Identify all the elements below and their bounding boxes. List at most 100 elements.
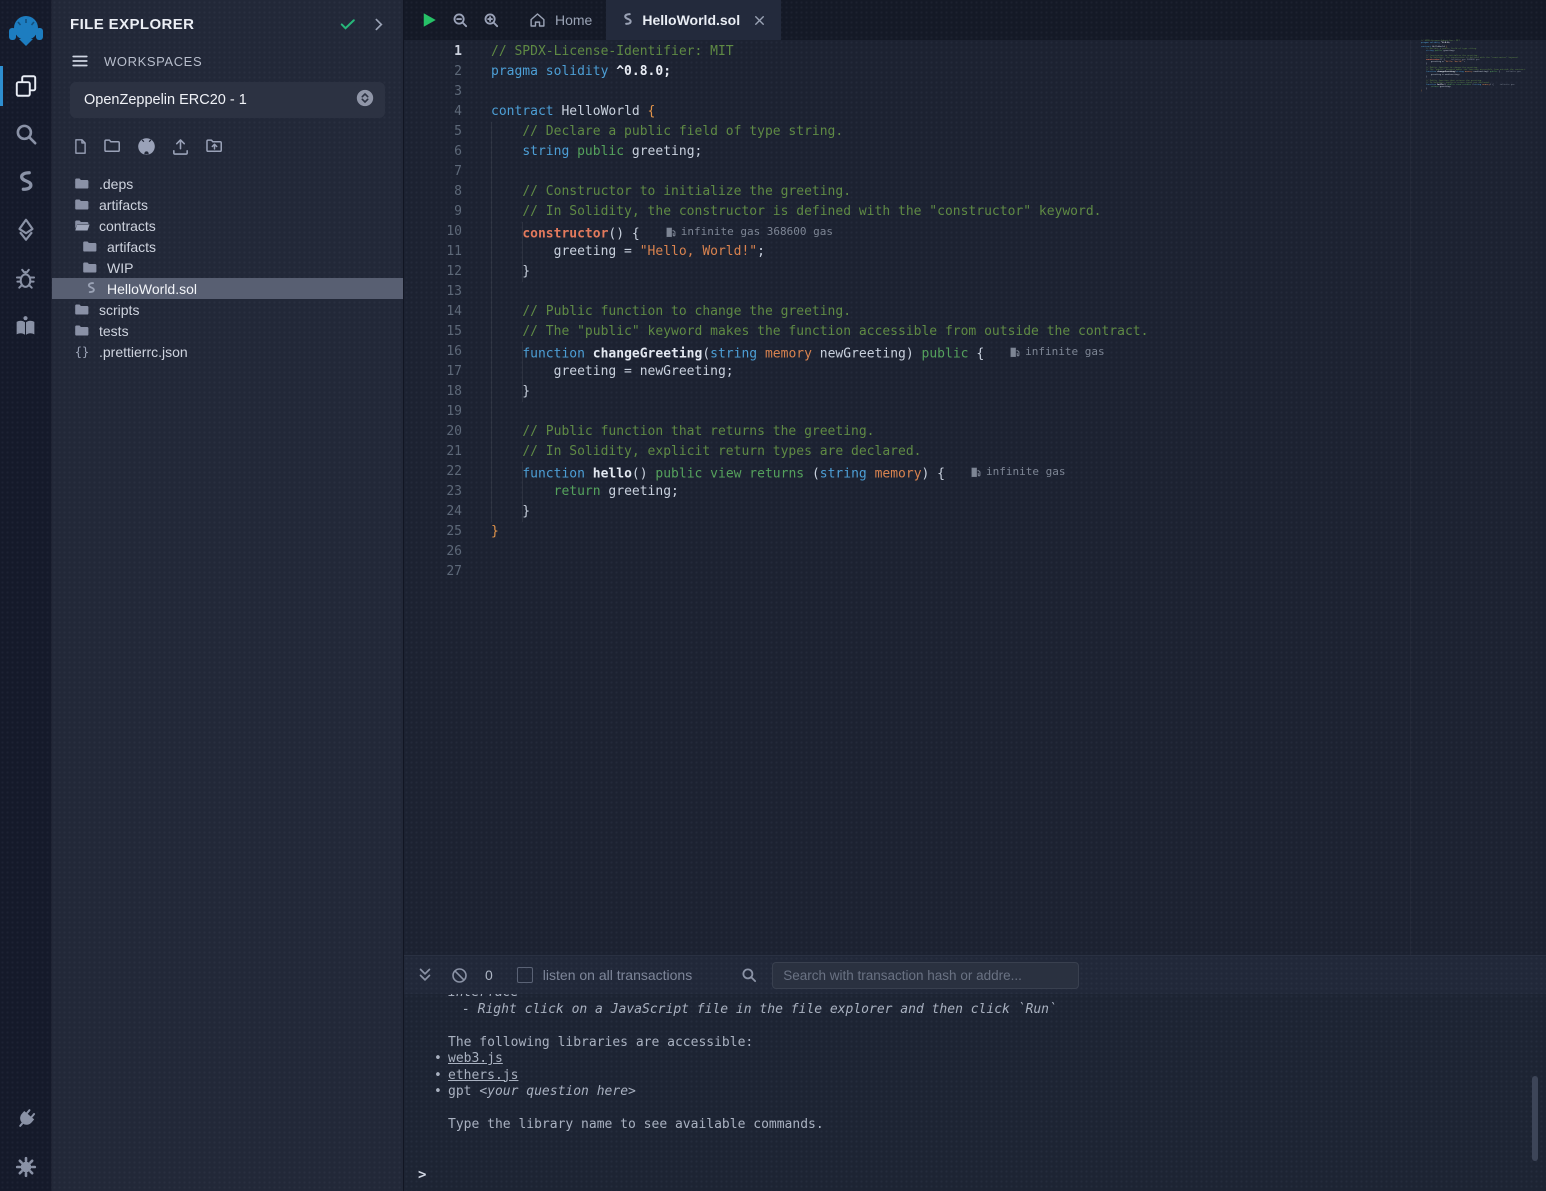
line-number: 7 <box>404 162 462 182</box>
tree-item-label: artifacts <box>107 239 156 255</box>
code-line: 4contract HelloWorld { <box>404 102 1410 122</box>
code-line: 13 <box>404 282 1410 302</box>
listen-transactions-checkbox[interactable] <box>517 967 533 983</box>
folder-icon <box>74 323 90 338</box>
upload-file-icon[interactable] <box>170 137 191 157</box>
tree-item--deps[interactable]: .deps <box>52 173 403 194</box>
workspace-select[interactable]: OpenZeppelin ERC20 - 1 <box>70 82 385 118</box>
zoom-out-icon[interactable] <box>452 12 469 29</box>
workspaces-label: WORKSPACES <box>104 54 202 69</box>
terminal-collapse-icon[interactable] <box>416 966 434 984</box>
tree-item-wip[interactable]: WIP <box>52 257 403 278</box>
line-number: 17 <box>404 362 462 382</box>
terminal-header: 0 listen on all transactions <box>404 956 1546 994</box>
line-number: 16 <box>404 342 462 362</box>
new-folder-icon[interactable] <box>102 137 123 156</box>
code-line: 22 function hello() public view returns … <box>404 462 1410 482</box>
terminal-line <box>434 1101 1546 1118</box>
terminal-line <box>434 1018 1546 1035</box>
file-explorer-panel: FILE EXPLORER WORKSPACES OpenZeppelin ER… <box>52 0 404 1191</box>
code-line: 10 constructor() {infinite gas 368600 ga… <box>404 222 1410 242</box>
code-line: 9 // In Solidity, the constructor is def… <box>404 202 1410 222</box>
line-number: 8 <box>404 182 462 202</box>
file-explorer-icon[interactable] <box>0 62 52 110</box>
terminal-prompt[interactable]: > <box>418 1167 426 1184</box>
folder-open-icon <box>74 218 90 233</box>
line-number: 18 <box>404 382 462 402</box>
indent-guide <box>491 122 492 522</box>
code-line: 17 greeting = newGreeting; <box>404 362 1410 382</box>
remix-logo-icon[interactable] <box>0 0 52 62</box>
upload-folder-icon[interactable] <box>204 137 225 156</box>
terminal-line: - Right click on a JavaScript file in th… <box>434 1002 1546 1019</box>
terminal-scrollbar[interactable] <box>1532 1076 1538 1161</box>
tree-item-scripts[interactable]: scripts <box>52 299 403 320</box>
search-icon[interactable] <box>0 110 52 158</box>
line-number: 2 <box>404 62 462 82</box>
transaction-count: 0 <box>485 967 493 983</box>
solidity-compiler-icon[interactable] <box>0 158 52 206</box>
terminal-output: interface - Right click on a JavaScript … <box>404 994 1546 1191</box>
zoom-in-icon[interactable] <box>483 12 500 29</box>
code-line: 18 } <box>404 382 1410 402</box>
tab-home[interactable]: Home <box>514 0 606 40</box>
terminal-link[interactable]: ethers.js <box>448 1068 518 1083</box>
code-editor[interactable]: 1// SPDX-License-Identifier: MIT2pragma … <box>404 40 1546 955</box>
code-line: 19 <box>404 402 1410 422</box>
tab-label: Home <box>555 12 592 28</box>
indent-guide <box>522 462 523 522</box>
folder-icon <box>74 176 90 191</box>
tab-label: HelloWorld.sol <box>642 12 740 28</box>
code-line: 6 string public greeting; <box>404 142 1410 162</box>
line-number: 20 <box>404 422 462 442</box>
learn-icon[interactable] <box>0 302 52 350</box>
terminal-line: •gpt <your question here> <box>434 1084 1546 1101</box>
activity-bar <box>0 0 52 1191</box>
tree-item--prettierrc-json[interactable]: {}.prettierrc.json <box>52 341 403 362</box>
line-number: 26 <box>404 542 462 562</box>
tree-item-helloworld-sol[interactable]: HelloWorld.sol <box>52 278 403 299</box>
code-line: 21 // In Solidity, explicit return types… <box>404 442 1410 462</box>
tree-item-contracts[interactable]: contracts <box>52 215 403 236</box>
folder-icon <box>74 302 90 317</box>
workspaces-menu-icon[interactable] <box>70 52 90 70</box>
tree-item-artifacts[interactable]: artifacts <box>52 236 403 257</box>
home-icon <box>528 11 547 29</box>
indent-guide <box>522 342 523 402</box>
line-number: 5 <box>404 122 462 142</box>
new-file-icon[interactable] <box>72 137 89 156</box>
code-line: 16 function changeGreeting(string memory… <box>404 342 1410 362</box>
editor-area: Home HelloWorld.sol 1// SPDX-License-Iden… <box>404 0 1546 1191</box>
close-tab-icon[interactable] <box>752 13 767 28</box>
settings-gear-icon[interactable] <box>0 1143 52 1191</box>
debugger-icon[interactable] <box>0 254 52 302</box>
code-line: 26 <box>404 542 1410 562</box>
code-line: 25} <box>404 522 1410 542</box>
clear-console-icon[interactable] <box>450 966 469 985</box>
tree-item-artifacts[interactable]: artifacts <box>52 194 403 215</box>
terminal-line: interface <box>434 994 1546 1002</box>
tree-item-label: tests <box>99 323 129 339</box>
tab-helloworld-sol[interactable]: HelloWorld.sol <box>606 0 781 40</box>
line-number: 23 <box>404 482 462 502</box>
code-line: 8 // Constructor to initialize the greet… <box>404 182 1410 202</box>
line-number: 14 <box>404 302 462 322</box>
plugin-manager-icon[interactable] <box>0 1095 52 1143</box>
editor-tabbar: Home HelloWorld.sol <box>404 0 1546 40</box>
tree-item-tests[interactable]: tests <box>52 320 403 341</box>
workspace-select-arrows-icon <box>355 88 375 113</box>
terminal-line: •web3.js <box>434 1051 1546 1068</box>
code-line: 5 // Declare a public field of type stri… <box>404 122 1410 142</box>
listen-transactions-label: listen on all transactions <box>543 967 692 983</box>
panel-collapse-chevron-icon[interactable] <box>370 16 387 33</box>
terminal-search-input[interactable] <box>772 962 1079 989</box>
deploy-and-run-icon[interactable] <box>0 206 52 254</box>
github-icon[interactable] <box>136 136 157 157</box>
terminal-link[interactable]: web3.js <box>448 1051 503 1066</box>
remix-ide-window: FILE EXPLORER WORKSPACES OpenZeppelin ER… <box>0 0 1546 1191</box>
indent-guide <box>522 222 523 282</box>
code-line: 15 // The "public" keyword makes the fun… <box>404 322 1410 342</box>
minimap[interactable]: // SPDX-License-Identifier: MITpragma so… <box>1410 40 1546 955</box>
run-script-play-icon[interactable] <box>420 11 438 29</box>
tree-item-label: WIP <box>107 260 133 276</box>
